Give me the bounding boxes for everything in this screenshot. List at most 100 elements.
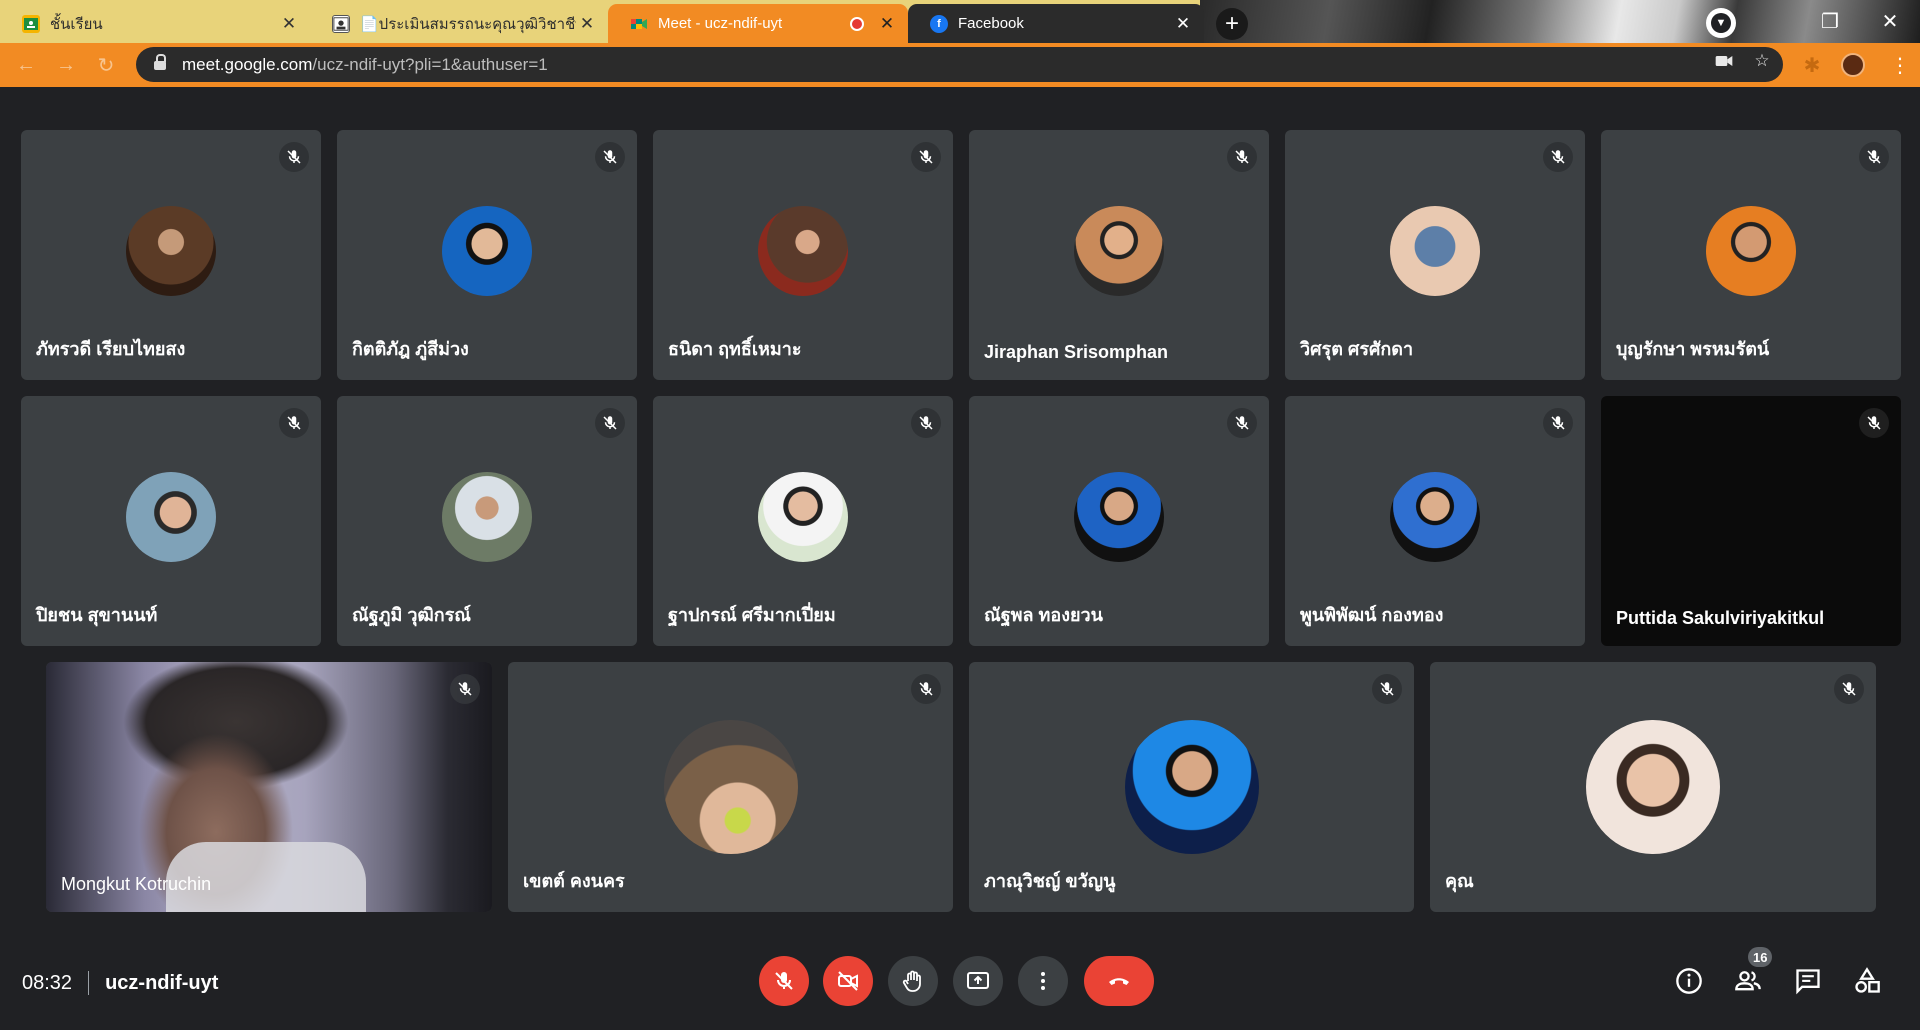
tab-facebook[interactable]: f Facebook ✕	[908, 4, 1204, 43]
new-tab-button[interactable]: +	[1216, 8, 1248, 40]
participant-tile[interactable]: ปิยชน สุขานนท์	[21, 396, 321, 646]
lock-icon	[154, 53, 166, 71]
people-icon	[1735, 971, 1761, 991]
participant-name: ปิยชน สุขานนท์	[36, 605, 158, 625]
url-text: meet.google.com/ucz-ndif-uyt?pli=1&authu…	[182, 54, 548, 74]
muted-mic-icon	[1372, 674, 1402, 704]
muted-mic-icon	[1834, 674, 1864, 704]
participant-tile[interactable]: Puttida Sakulviriyakitkul	[1601, 396, 1901, 646]
participant-name: พูนพิพัฒน์ กองทอง	[1300, 605, 1444, 625]
more-vert-icon	[1041, 972, 1045, 990]
participant-avatar	[442, 472, 532, 562]
camera-permission-icon[interactable]	[1713, 50, 1735, 72]
participant-name: เขตต์ คงนคร	[523, 871, 625, 891]
participant-name: คุณ	[1445, 871, 1474, 891]
muted-mic-icon	[911, 408, 941, 438]
participant-tile[interactable]: ณัฐภูมิ วุฒิกรณ์	[337, 396, 637, 646]
meeting-details-button[interactable]	[1672, 964, 1706, 998]
participant-tile[interactable]: ภัทรวดี เรียบไทยสง	[21, 130, 321, 380]
close-window-button[interactable]: ✕	[1875, 6, 1905, 36]
participant-tile[interactable]: Jiraphan Srisomphan	[969, 130, 1269, 380]
browser-theme-background	[1200, 0, 1920, 43]
chat-button[interactable]	[1791, 964, 1825, 998]
hang-up-icon	[1109, 978, 1129, 985]
tab-close-icon[interactable]: ✕	[1172, 13, 1194, 35]
muted-mic-icon	[595, 142, 625, 172]
participant-avatar	[758, 206, 848, 296]
participant-name: ภาณุวิชญ์ ขวัญนู	[984, 871, 1116, 891]
participant-avatar	[1706, 206, 1796, 296]
participant-tile[interactable]: พูนพิพัฒน์ กองทอง	[1285, 396, 1585, 646]
participant-avatar	[1124, 720, 1259, 854]
tab-label: 📄ประเมินสมรรถนะคุณวุฒิวิชาชีพ	[360, 15, 576, 33]
participant-tile[interactable]: ภาณุวิชญ์ ขวัญนู	[969, 662, 1414, 912]
meeting-time: 08:32	[22, 971, 73, 994]
participant-tile[interactable]: ธนิดา ฤทธิ์เหมาะ	[653, 130, 953, 380]
chevron-down-icon: ▼	[1711, 13, 1731, 33]
browser-menu-icon[interactable]: ⋮	[1890, 53, 1910, 77]
participant-tile[interactable]: ฐาปกรณ์ ศรีมากเปี่ยม	[653, 396, 953, 646]
participant-tile[interactable]: เขตต์ คงนคร	[508, 662, 953, 912]
participant-name: ณัฐภูมิ วุฒิกรณ์	[352, 605, 471, 625]
muted-mic-icon	[1859, 142, 1889, 172]
raise-hand-button[interactable]	[888, 956, 938, 1006]
tab-close-icon[interactable]: ✕	[278, 13, 300, 35]
tab-label: Meet - ucz-ndif-uyt	[658, 15, 783, 32]
tab-classroom[interactable]: ชั้นเรียน ✕	[0, 4, 310, 43]
extensions-puzzle-icon[interactable]: ✱	[1800, 53, 1824, 77]
restore-window-button[interactable]: ❐	[1815, 6, 1845, 36]
microphone-toggle-button[interactable]	[759, 956, 809, 1006]
participant-name: ภัทรวดี เรียบไทยสง	[36, 339, 186, 359]
participant-tile[interactable]: ณัฐพล ทองยวน	[969, 396, 1269, 646]
divider	[88, 971, 90, 995]
camera-toggle-button[interactable]	[823, 956, 873, 1006]
tab-assessment-form[interactable]: 📄ประเมินสมรรถนะคุณวุฒิวิชาชีพ ✕	[310, 4, 608, 43]
participant-avatar	[1586, 720, 1720, 854]
tab-close-icon[interactable]: ✕	[876, 13, 898, 35]
activities-shapes-icon	[1855, 967, 1880, 993]
forward-button[interactable]: →	[52, 51, 80, 79]
participant-name: Jiraphan Srisomphan	[984, 342, 1169, 362]
browser-profile-button[interactable]: ▼	[1706, 8, 1736, 38]
participant-avatar	[1074, 472, 1164, 562]
browser-tabstrip: ชั้นเรียน ✕ 📄ประเมินสมรรถนะคุณวุฒิวิชาชี…	[0, 0, 1920, 43]
muted-mic-icon	[911, 674, 941, 704]
participant-avatar	[1074, 206, 1164, 296]
participant-name: ฐาปกรณ์ ศรีมากเปี่ยม	[668, 605, 836, 625]
camera-off-icon	[838, 971, 858, 991]
profile-avatar[interactable]	[1841, 53, 1865, 77]
leave-call-button[interactable]	[1084, 956, 1154, 1006]
participant-grid: ภัทรวดี เรียบไทยสง กิตติภัฎ ภู่สีม่วง ธน…	[0, 87, 1920, 937]
meeting-controls-bar: 08:32 ucz-ndif-uyt 16	[0, 937, 1920, 1030]
activities-button[interactable]	[1850, 964, 1884, 998]
contact-card-icon	[332, 14, 350, 33]
participants-button[interactable]	[1731, 964, 1765, 998]
participant-video-tile[interactable]: Mongkut Kotruchin	[46, 662, 492, 912]
address-bar[interactable]: meet.google.com/ucz-ndif-uyt?pli=1&authu…	[136, 47, 1783, 82]
back-button[interactable]: ←	[12, 51, 40, 79]
muted-mic-icon	[279, 408, 309, 438]
more-options-button[interactable]	[1018, 956, 1068, 1006]
participant-tile[interactable]: บุญรักษา พรหมรัตน์	[1601, 130, 1901, 380]
participant-name: กิตติภัฎ ภู่สีม่วง	[352, 339, 469, 359]
participant-name: ธนิดา ฤทธิ์เหมาะ	[668, 339, 802, 359]
participant-count-badge: 16	[1748, 947, 1773, 967]
muted-mic-icon	[1543, 408, 1573, 438]
participant-avatar	[758, 472, 848, 562]
participant-name: Puttida Sakulviriyakitkul	[1616, 608, 1825, 628]
participant-tile[interactable]: กิตติภัฎ ภู่สีม่วง	[337, 130, 637, 380]
present-screen-button[interactable]	[953, 956, 1003, 1006]
facebook-icon: f	[930, 14, 948, 33]
info-icon	[1676, 968, 1702, 994]
participant-avatar	[126, 472, 216, 562]
tab-google-meet[interactable]: Meet - ucz-ndif-uyt ✕	[608, 4, 908, 43]
meeting-info: 08:32 ucz-ndif-uyt	[22, 971, 218, 995]
participant-tile-self[interactable]: คุณ	[1430, 662, 1876, 912]
chat-icon	[1796, 969, 1820, 995]
participant-name: บุญรักษา พรหมรัตน์	[1616, 339, 1770, 359]
participant-tile[interactable]: วิศรุต ศรศักดา	[1285, 130, 1585, 380]
tab-close-icon[interactable]: ✕	[576, 13, 598, 35]
bookmark-star-icon[interactable]: ☆	[1751, 50, 1773, 72]
meeting-code: ucz-ndif-uyt	[105, 971, 219, 994]
reload-button[interactable]: ↻	[92, 51, 120, 79]
